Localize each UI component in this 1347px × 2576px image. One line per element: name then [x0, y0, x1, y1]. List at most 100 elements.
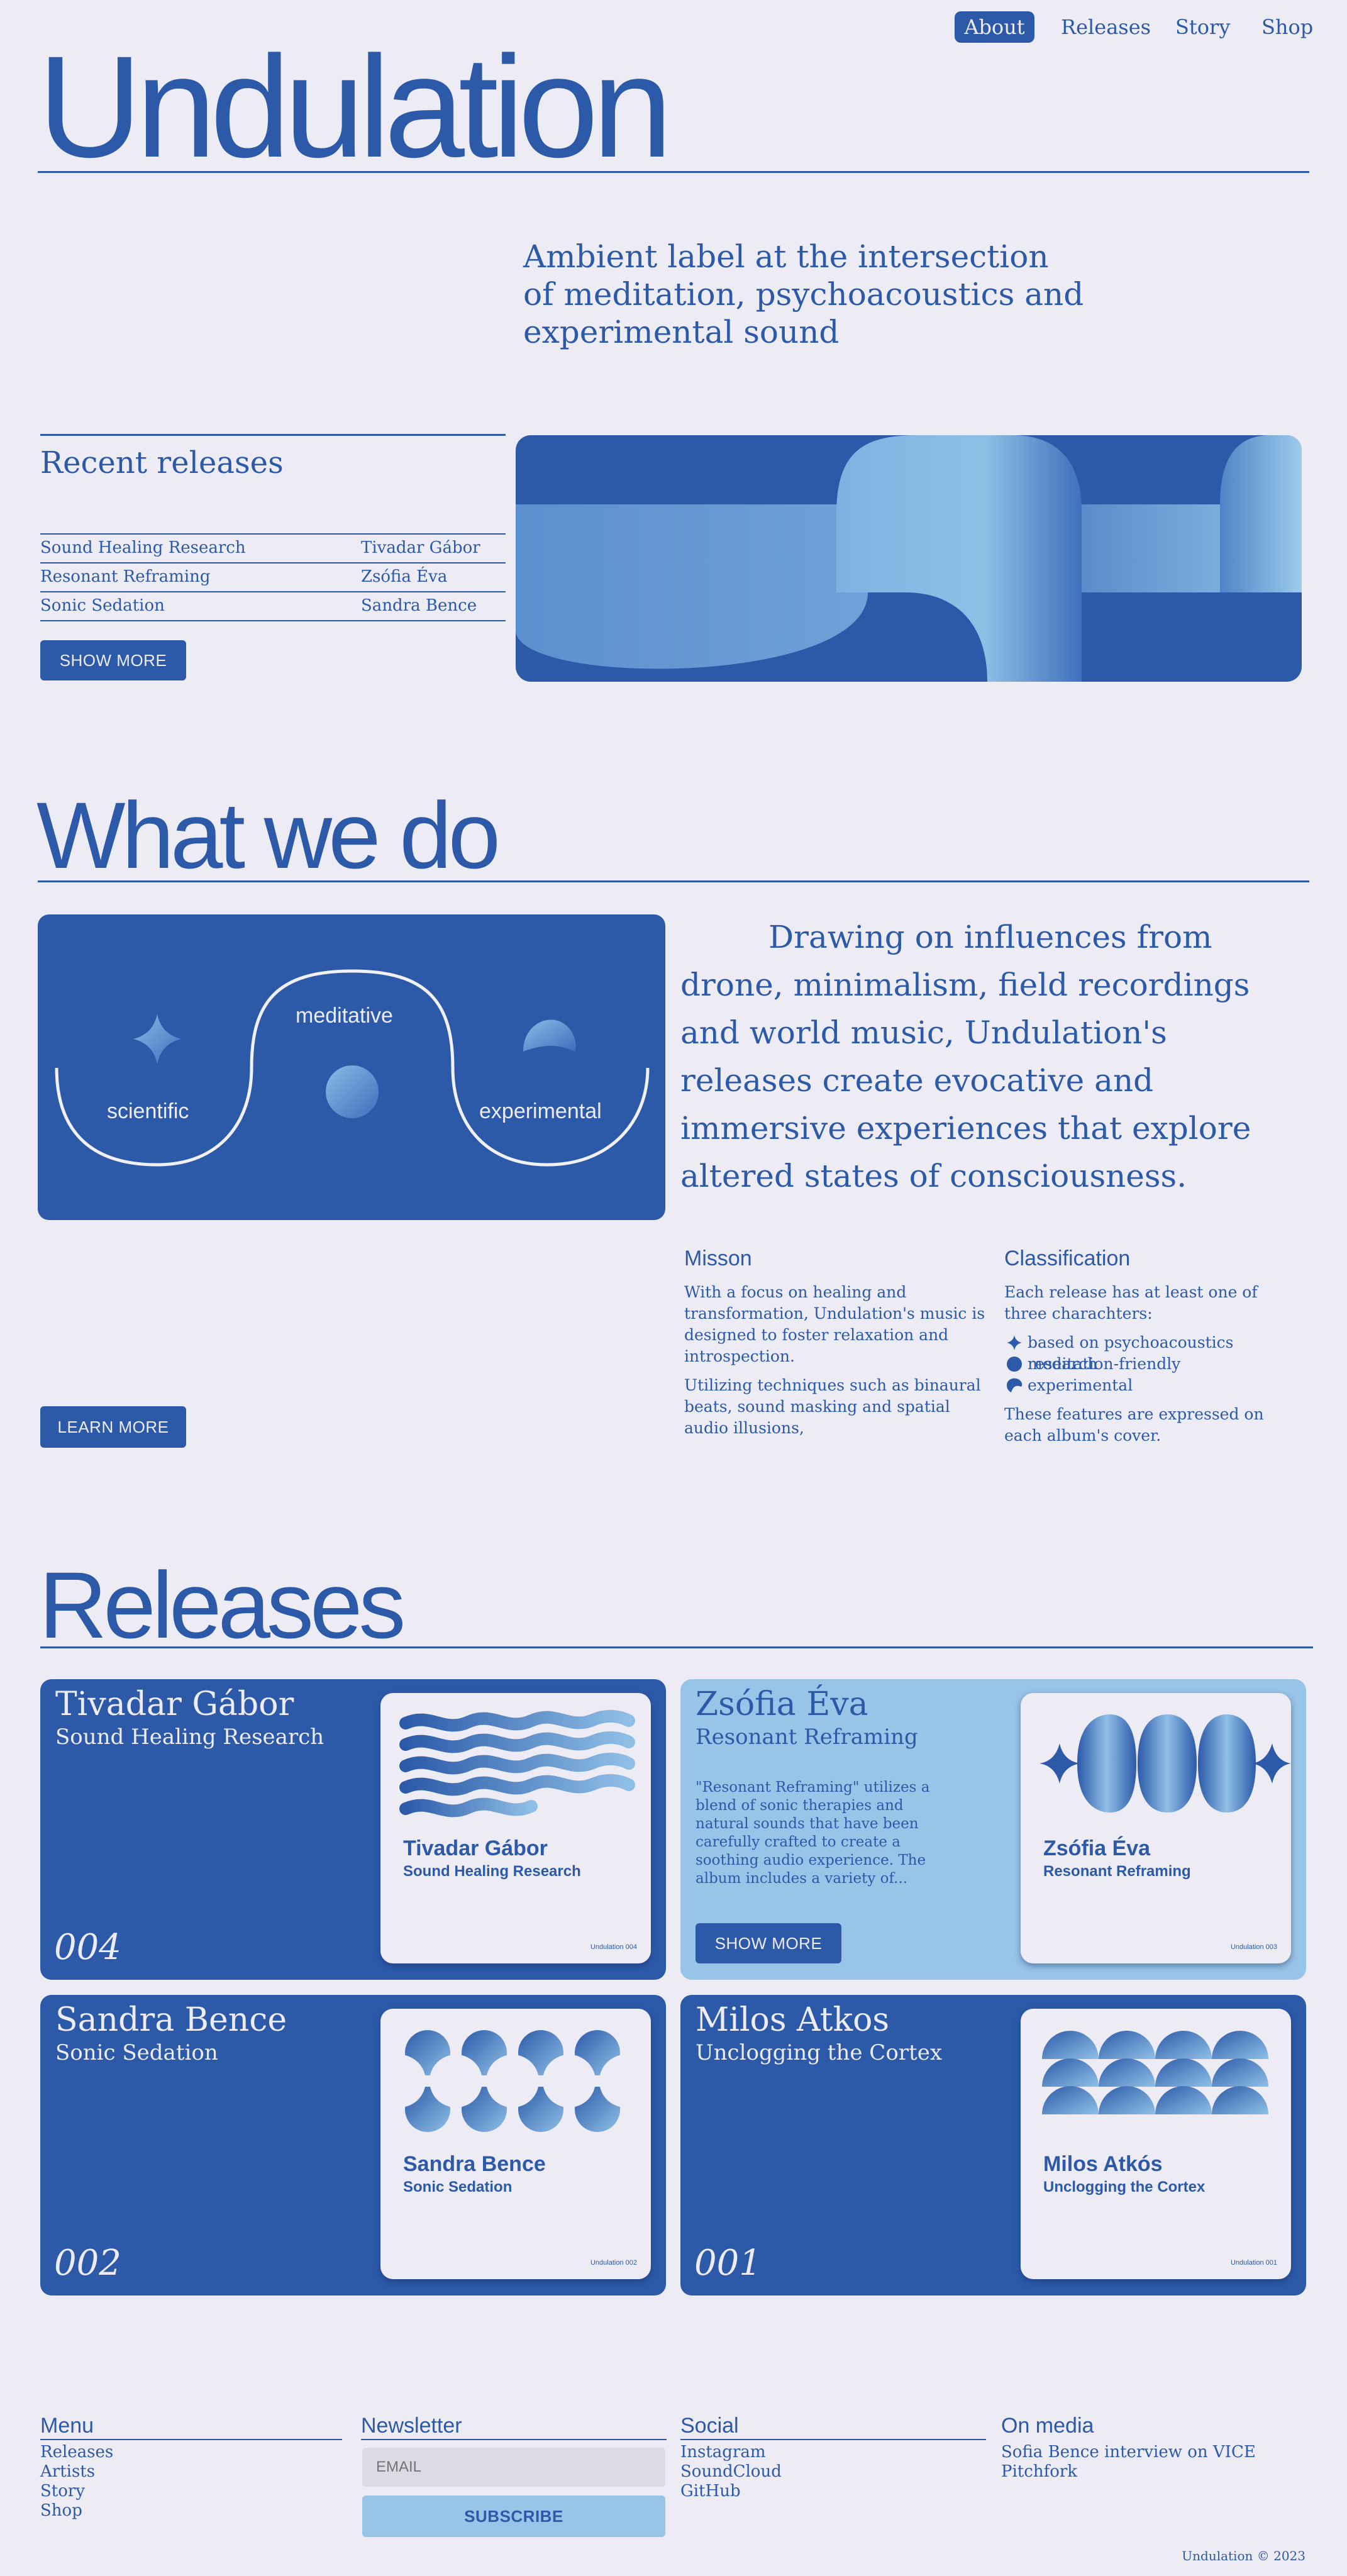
release-card-002[interactable]: Sandra Bence Sonic Sedation 002 Sandra B…: [40, 1995, 666, 2296]
cover-artist: Zsófia Éva: [1043, 1836, 1151, 1860]
footer-menu-heading: Menu: [40, 2414, 94, 2438]
diagram-label-scientific: scientific: [107, 1099, 189, 1123]
release-artist: Tivadar Gábor: [55, 1685, 294, 1723]
footer-link-vice[interactable]: Sofia Bence interview on VICE: [1001, 2443, 1256, 2462]
catalog-number: Undulation 001: [1230, 2259, 1277, 2267]
classification-item-label: experimental: [1028, 1376, 1133, 1394]
list-item[interactable]: Sound Healing Research Tivadar Gábor: [40, 534, 506, 562]
release-card-003[interactable]: Zsófia Éva Resonant Reframing "Resonant …: [680, 1679, 1306, 1980]
half-moon-icon: [1007, 1378, 1023, 1392]
release-description: "Resonant Reframing" utilizes a blend of…: [696, 1779, 930, 1887]
nav-about[interactable]: About: [955, 11, 1034, 43]
hero-artwork: [516, 435, 1302, 682]
footer-media-heading: On media: [1001, 2414, 1094, 2438]
footer-rule: [680, 2439, 986, 2440]
release-number: 001: [694, 2243, 762, 2284]
release-card-004[interactable]: Tivadar Gábor Sound Healing Research 004…: [40, 1679, 666, 1980]
diagram-svg: [55, 969, 650, 1167]
footer-newsletter-heading: Newsletter: [361, 2414, 462, 2438]
catalog-number: Undulation 003: [1230, 1943, 1277, 1951]
subscribe-button[interactable]: SUBSCRIBE: [362, 2496, 665, 2537]
circle-icon: [326, 1065, 379, 1118]
footer-link-instagram[interactable]: Instagram: [680, 2443, 766, 2462]
catalog-number: Undulation 004: [590, 1943, 637, 1951]
release-artist: Sandra Bence: [55, 2001, 287, 2039]
release-artist: Sandra Bence: [361, 596, 477, 615]
footer-link-shop[interactable]: Shop: [40, 2501, 82, 2520]
album-cover: Zsófia Éva Resonant Reframing Undulation…: [1021, 1693, 1291, 1963]
wave-illustration: [516, 435, 1302, 682]
nav-shop[interactable]: Shop: [1261, 11, 1313, 43]
show-more-button[interactable]: SHOW MORE: [696, 1923, 841, 1963]
album-cover: Milos Atkós Unclogging the Cortex Undula…: [1021, 2009, 1291, 2279]
release-title: Sonic Sedation: [55, 2040, 218, 2065]
classification-intro: Each release has at least one of three c…: [1004, 1283, 1258, 1323]
album-cover: Sandra Bence Sonic Sedation Undulation 0…: [380, 2009, 651, 2279]
cover-title: Unclogging the Cortex: [1043, 2179, 1206, 2196]
mission-text-1: With a focus on healing and transformati…: [684, 1283, 985, 1365]
footer-link-soundcloud[interactable]: SoundCloud: [680, 2462, 782, 2481]
sparkle-icon: [133, 1014, 181, 1064]
characters-diagram: scientific meditative experimental: [38, 914, 665, 1220]
release-title: Sound Healing Research: [55, 1724, 324, 1750]
release-card-001[interactable]: Milos Atkos Unclogging the Cortex 001 Mi…: [680, 1995, 1306, 2296]
release-number: 004: [54, 1927, 121, 1968]
footer-link-pitchfork[interactable]: Pitchfork: [1001, 2462, 1077, 2481]
arch-pattern-icon: [1042, 2031, 1268, 2114]
what-heading: What we do: [36, 782, 501, 888]
cover-artist: Sandra Bence: [403, 2152, 546, 2176]
email-input[interactable]: [362, 2448, 665, 2487]
footer-social-heading: Social: [680, 2414, 739, 2438]
recent-top-rule: [40, 434, 506, 436]
releases-divider: [40, 1646, 1313, 1648]
release-title: Resonant Reframing: [40, 567, 211, 586]
mission-text-2: Utilizing techniques such as binaural be…: [684, 1376, 981, 1437]
list-item: meditation-friendly: [1006, 1353, 1308, 1375]
classification-outro: These features are expressed on each alb…: [1004, 1405, 1264, 1445]
diagram-label-experimental: experimental: [479, 1099, 602, 1123]
show-more-button[interactable]: SHOW MORE: [40, 640, 186, 680]
classification-heading: Classification: [1004, 1246, 1131, 1270]
cover-title: Sonic Sedation: [403, 2179, 513, 2196]
hero-divider: [38, 171, 1309, 173]
album-cover: Tivadar Gábor Sound Healing Research Und…: [380, 1693, 651, 1963]
nav-releases[interactable]: Releases: [1061, 11, 1151, 43]
release-artist: Milos Atkos: [696, 2001, 890, 2039]
list-item: experimental: [1006, 1375, 1308, 1396]
wave-pattern-icon: [399, 1710, 635, 1818]
flower-pattern-icon: [380, 2030, 651, 2132]
footer-link-artists[interactable]: Artists: [40, 2462, 95, 2481]
copyright: Undulation © 2023: [1182, 2548, 1305, 2563]
list-item[interactable]: Resonant Reframing Zsófia Éva: [40, 563, 506, 591]
footer-link-github[interactable]: GitHub: [680, 2482, 741, 2501]
footer-link-releases[interactable]: Releases: [40, 2443, 113, 2462]
list-item: based on psychoacoustics research: [1006, 1332, 1308, 1373]
footer-rule: [40, 2439, 342, 2440]
recent-rule: [40, 620, 506, 621]
circle-icon: [1007, 1357, 1022, 1372]
tagline: Ambient label at the intersection of med…: [523, 238, 1084, 350]
diagram-label-meditative: meditative: [296, 1004, 393, 1028]
site-title: Undulation: [38, 26, 673, 187]
cover-artist: Tivadar Gábor: [403, 1836, 548, 1860]
list-item[interactable]: Sonic Sedation Sandra Bence: [40, 592, 506, 619]
cover-title: Sound Healing Research: [403, 1863, 581, 1880]
recent-heading: Recent releases: [40, 445, 284, 480]
half-moon-icon: [523, 1019, 576, 1052]
catalog-number: Undulation 002: [590, 2259, 637, 2267]
learn-more-button[interactable]: LEARN MORE: [40, 1406, 186, 1448]
releases-heading: Releases: [39, 1552, 406, 1658]
release-title: Unclogging the Cortex: [696, 2040, 942, 2065]
release-title: Sonic Sedation: [40, 596, 165, 615]
release-title: Resonant Reframing: [696, 1724, 918, 1750]
sparkle-icon: [1007, 1335, 1022, 1350]
classification-list: based on psychoacoustics research medita…: [1006, 1332, 1308, 1396]
footer-rule: [361, 2439, 667, 2440]
footer-link-story[interactable]: Story: [40, 2482, 85, 2501]
release-artist: Tivadar Gábor: [361, 538, 480, 557]
half-moon-pattern-icon: [1039, 1714, 1291, 1813]
release-artist: Zsófia Éva: [696, 1685, 868, 1723]
nav-story[interactable]: Story: [1175, 11, 1230, 43]
cover-title: Resonant Reframing: [1043, 1863, 1191, 1880]
what-lead: Drawing on influences from drone, minima…: [680, 919, 1251, 1194]
